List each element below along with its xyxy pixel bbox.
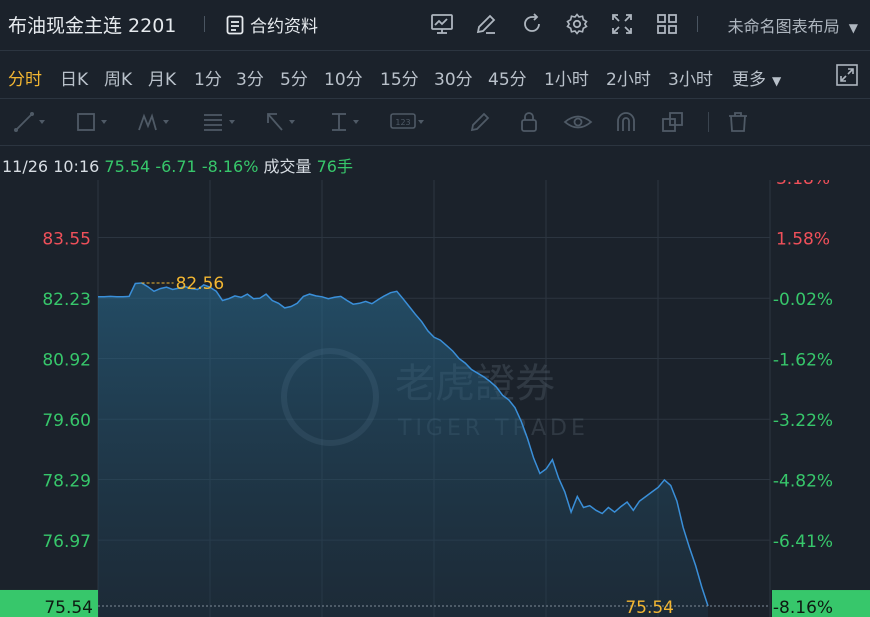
y-tick-left: 76.97 (42, 532, 91, 552)
price-label-icon[interactable]: 123 (388, 110, 424, 134)
period-tab[interactable]: 月K (148, 65, 176, 90)
period-tab[interactable]: 10分 (324, 65, 363, 90)
y-tick-left: 82.23 (42, 290, 91, 310)
fullscreen-icon[interactable] (836, 64, 858, 86)
grid-icon[interactable] (655, 12, 679, 36)
caret-down-icon: ▼ (772, 74, 782, 88)
quote-line: 11/26 10:16 75.54 -6.71 -8.16% 成交量 76手 (2, 153, 353, 177)
period-tab[interactable]: 更多 ▼ (732, 65, 781, 90)
refresh-icon[interactable] (520, 12, 544, 36)
y-tick-right: -1.62% (773, 351, 833, 371)
period-tab[interactable]: 15分 (380, 65, 419, 90)
contract-info-label: 合约资料 (250, 17, 318, 37)
quote-change-pct: -8.16% (201, 157, 259, 176)
arrow-icon[interactable] (262, 110, 298, 134)
high-marker-label: 82.56 (176, 274, 225, 294)
period-tab[interactable]: 周K (104, 65, 132, 90)
period-bar: 分时 日K 周K 月K 1分 3分 5分 10分 15分 30分 45分 1小时 2小时 3小时 更多 ▼ (0, 51, 870, 99)
y-tick-left: 78.29 (42, 471, 91, 491)
y-tick-right: -0.02% (773, 290, 833, 310)
svg-text:123: 123 (395, 118, 410, 127)
y-tick-right: -3.22% (773, 411, 833, 431)
quote-change: -6.71 (155, 157, 197, 176)
chart-monitor-icon[interactable] (430, 12, 454, 36)
period-tab[interactable]: 30分 (434, 65, 473, 90)
period-tab[interactable]: 分时 (8, 65, 42, 90)
volume-label: 成交量 (263, 157, 312, 176)
y-tick-right: 3.18% (776, 180, 830, 189)
period-tab[interactable]: 1分 (194, 65, 222, 90)
y-tick-right: -8.16% (773, 598, 833, 617)
fibonacci-icon[interactable] (200, 110, 236, 134)
trash-icon[interactable] (720, 110, 756, 134)
lock-icon[interactable] (512, 110, 548, 134)
toolbar-divider (204, 16, 205, 32)
layout-label: 未命名图表布局 (727, 17, 840, 36)
y-tick-right: -6.41% (773, 532, 833, 552)
edit-icon[interactable] (474, 12, 498, 36)
y-tick-left: 80.92 (42, 350, 91, 370)
y-tick-right: -4.82% (773, 472, 833, 492)
expand-arrows-icon[interactable] (610, 12, 634, 36)
gear-icon[interactable] (565, 12, 589, 36)
period-tab[interactable]: 1小时 (544, 65, 589, 90)
text-cursor-icon[interactable] (326, 110, 362, 134)
volume-value: 76手 (316, 157, 353, 176)
period-tab[interactable]: 2小时 (606, 65, 651, 90)
quote-datetime: 11/26 10:16 (2, 157, 100, 176)
document-icon (226, 15, 244, 34)
pen-icon[interactable] (464, 110, 500, 134)
drawing-toolbar: 123 (0, 99, 870, 146)
y-tick-left: 75.54 (44, 598, 93, 617)
caret-down-icon: ▼ (848, 21, 858, 35)
y-tick-left: 79.60 (42, 411, 91, 431)
rectangle-icon[interactable] (74, 110, 110, 134)
last-price-marker: 75.54 (625, 598, 674, 617)
layers-icon[interactable] (656, 110, 692, 134)
y-tick-left: 83.55 (42, 230, 91, 250)
layout-selector[interactable]: 未命名图表布局 ▼ (728, 13, 858, 37)
top-toolbar: 布油现金主连 2201 合约资料 未命名图表布局 ▼ (0, 0, 870, 51)
magnet-icon[interactable] (608, 110, 644, 134)
instrument-title[interactable]: 布油现金主连 2201 (8, 11, 176, 38)
y-tick-right: 1.58% (776, 230, 830, 250)
trend-line-icon[interactable] (12, 110, 48, 134)
intraday-chart[interactable]: 老虎證券TIGER TRADE82.5675.5483.5582.2380.92… (0, 180, 870, 617)
period-tab[interactable]: 3分 (236, 65, 264, 90)
eye-icon[interactable] (560, 110, 596, 134)
contract-info-button[interactable]: 合约资料 (226, 12, 318, 37)
period-tab[interactable]: 5分 (280, 65, 308, 90)
period-tab[interactable]: 日K (60, 65, 88, 90)
toolbar-divider (697, 16, 698, 32)
period-tab[interactable]: 45分 (488, 65, 527, 90)
pattern-icon[interactable] (136, 110, 172, 134)
toolbar-divider (708, 112, 709, 132)
quote-price: 75.54 (104, 157, 151, 176)
period-tab[interactable]: 3小时 (668, 65, 713, 90)
